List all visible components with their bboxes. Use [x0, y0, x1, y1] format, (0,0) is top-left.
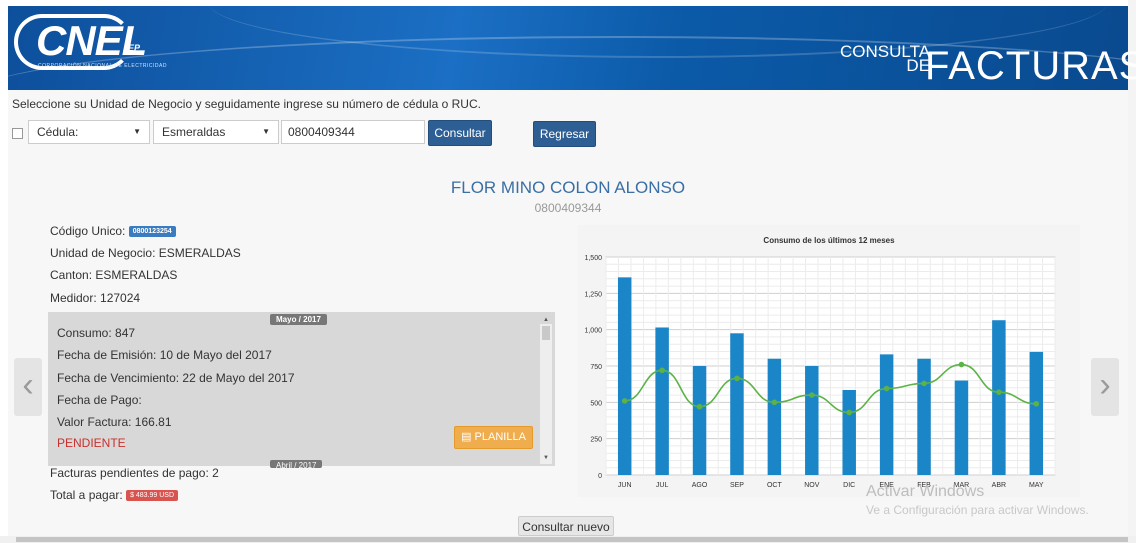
region-value: Esmeraldas — [162, 125, 226, 139]
id-type-select[interactable]: Cédula: ▼ — [28, 120, 150, 144]
chevron-right-icon[interactable]: › — [1091, 358, 1119, 416]
page-title-prefix: CONSULTA DE — [840, 43, 931, 75]
consultar-button[interactable]: Consultar — [428, 120, 492, 146]
activation-watermark-text: Ve a Configuración para activar Windows. — [866, 503, 1089, 517]
codigo-unico-row: Código Unico: 0800123254 — [50, 224, 176, 238]
scroll-down-icon[interactable]: ▼ — [543, 455, 549, 461]
chart-line-point — [921, 380, 927, 387]
chart-x-tick-label: MAY — [1029, 482, 1044, 489]
unidad-negocio-text: Unidad de Negocio: ESMERALDAS — [50, 246, 241, 260]
chart-bar — [692, 366, 707, 475]
page-title: FACTURAS — [925, 44, 1136, 88]
title-de: DE — [906, 56, 931, 75]
chart-x-tick-label: JUN — [618, 482, 632, 489]
cedula-input[interactable] — [281, 120, 425, 144]
chart-bar — [617, 277, 632, 475]
chart-line-point — [996, 389, 1002, 395]
instructions-text: Seleccione su Unidad de Negocio y seguid… — [12, 97, 481, 111]
chevron-down-icon: ▼ — [262, 127, 270, 136]
canton-text: Canton: ESMERALDAS — [50, 268, 178, 282]
scroll-up-icon[interactable]: ▲ — [543, 317, 549, 323]
chart-line-point — [659, 367, 665, 374]
chart-svg: Consumo de los últimos 12 meses 0 250 500 7… — [584, 236, 1056, 489]
invoice-scroll-thumb[interactable] — [542, 326, 550, 340]
chart-bar — [879, 354, 894, 475]
invoice-fecha-emision: Fecha de Emisión: 10 de Mayo del 2017 — [57, 348, 272, 362]
chart-y-tick-label: 750 — [590, 364, 602, 371]
chart-bar — [655, 327, 669, 475]
chart-y-tick-label: 500 — [590, 400, 602, 407]
invoice-consumo: Consumo: 847 — [57, 326, 136, 340]
id-type-value: Cédula: — [37, 125, 79, 139]
activation-watermark-title: Activar Windows — [866, 483, 985, 500]
chart-line-point — [621, 398, 628, 404]
next-invoice-period-badge: Abril / 2017 — [270, 460, 323, 468]
chart-line-point — [696, 403, 703, 410]
invoice-valor: Valor Factura: 166.81 — [57, 415, 172, 429]
chart-y-tick-label: 250 — [590, 437, 602, 444]
invoice-scrollbar[interactable] — [540, 324, 552, 464]
chart-y-tick-label: 1,500 — [584, 255, 602, 262]
client-name: FLOR MINO COLON ALONSO — [450, 178, 686, 197]
chart-title: Consumo de los últimos 12 meses — [763, 236, 895, 245]
chart-line-point — [958, 361, 965, 368]
regresar-button[interactable]: Regresar — [533, 121, 596, 147]
codigo-unico-badge: 0800123254 — [128, 226, 176, 238]
chart-bar — [730, 333, 744, 475]
chart-x-tick-label: JUL — [656, 482, 669, 489]
cnel-logo-ep: EP — [128, 43, 141, 53]
planilla-label: PLANILLA — [474, 431, 526, 443]
client-id: 0800409344 — [534, 201, 602, 215]
chart-bar — [842, 389, 856, 475]
codigo-unico-label: Código Unico: — [50, 224, 126, 238]
consultar-nuevo-button[interactable]: Consultar nuevo — [518, 516, 614, 536]
chart-x-tick-label: AGO — [692, 482, 708, 489]
invoice-status: PENDIENTE — [57, 436, 126, 450]
chart-line-point — [734, 375, 740, 382]
chart-line-point — [771, 399, 778, 406]
chart-line-point — [846, 409, 853, 416]
medidor-text: Medidor: 127024 — [50, 291, 141, 305]
chart-bar — [917, 358, 931, 475]
total-pagar-badge: $ 483.99 USD — [126, 490, 179, 502]
chart-x-tick-label: SEP — [730, 482, 744, 489]
planilla-button[interactable]: ▤ PLANILLA — [454, 426, 533, 449]
chart-y-tick-label: 0 — [598, 473, 602, 480]
chart-x-tick-label: OCT — [767, 482, 783, 489]
chart-bar — [805, 366, 819, 475]
invoice-fecha-pago: Fecha de Pago: — [57, 393, 142, 407]
chart-y-tick-label: 1,000 — [584, 328, 602, 335]
chart-line-point — [808, 392, 815, 398]
chart-x-tick-label: NOV — [804, 482, 820, 489]
invoice-period-badge: Mayo / 2017 — [270, 314, 327, 325]
facturas-pendientes-text: Facturas pendientes de pago: 2 — [50, 466, 219, 480]
chart-bar — [992, 320, 1006, 475]
search-checkbox[interactable] — [12, 128, 23, 139]
document-icon: ▤ — [461, 431, 472, 443]
chart-x-tick-label: ABR — [992, 482, 1006, 489]
chart-bar — [954, 380, 969, 475]
total-pagar-row: Total a pagar: $ 483.99 USD — [50, 488, 179, 502]
chart-bar — [1029, 351, 1044, 475]
horizontal-scroll-thumb[interactable] — [16, 537, 1128, 542]
chart-x-tick-label: DIC — [843, 482, 855, 489]
region-select[interactable]: Esmeraldas ▼ — [153, 120, 279, 144]
cnel-logo-subtitle: CORPORACIÓN NACIONAL DE ELECTRICIDAD — [38, 63, 167, 69]
invoice-fecha-vencimiento: Fecha de Vencimiento: 22 de Mayo del 201… — [57, 371, 295, 385]
chevron-down-icon: ▼ — [133, 127, 141, 136]
chart-line-point — [883, 385, 890, 392]
chart-bar — [767, 358, 782, 475]
consumption-chart: Consumo de los últimos 12 meses 0 250 500 7… — [578, 225, 1080, 497]
chevron-left-icon[interactable]: ‹ — [14, 358, 42, 416]
total-pagar-label: Total a pagar: — [50, 488, 123, 502]
cnel-logo: CNEL — [36, 17, 147, 64]
chart-y-tick-label: 1,250 — [584, 291, 602, 298]
chart-line-point — [1033, 400, 1040, 407]
